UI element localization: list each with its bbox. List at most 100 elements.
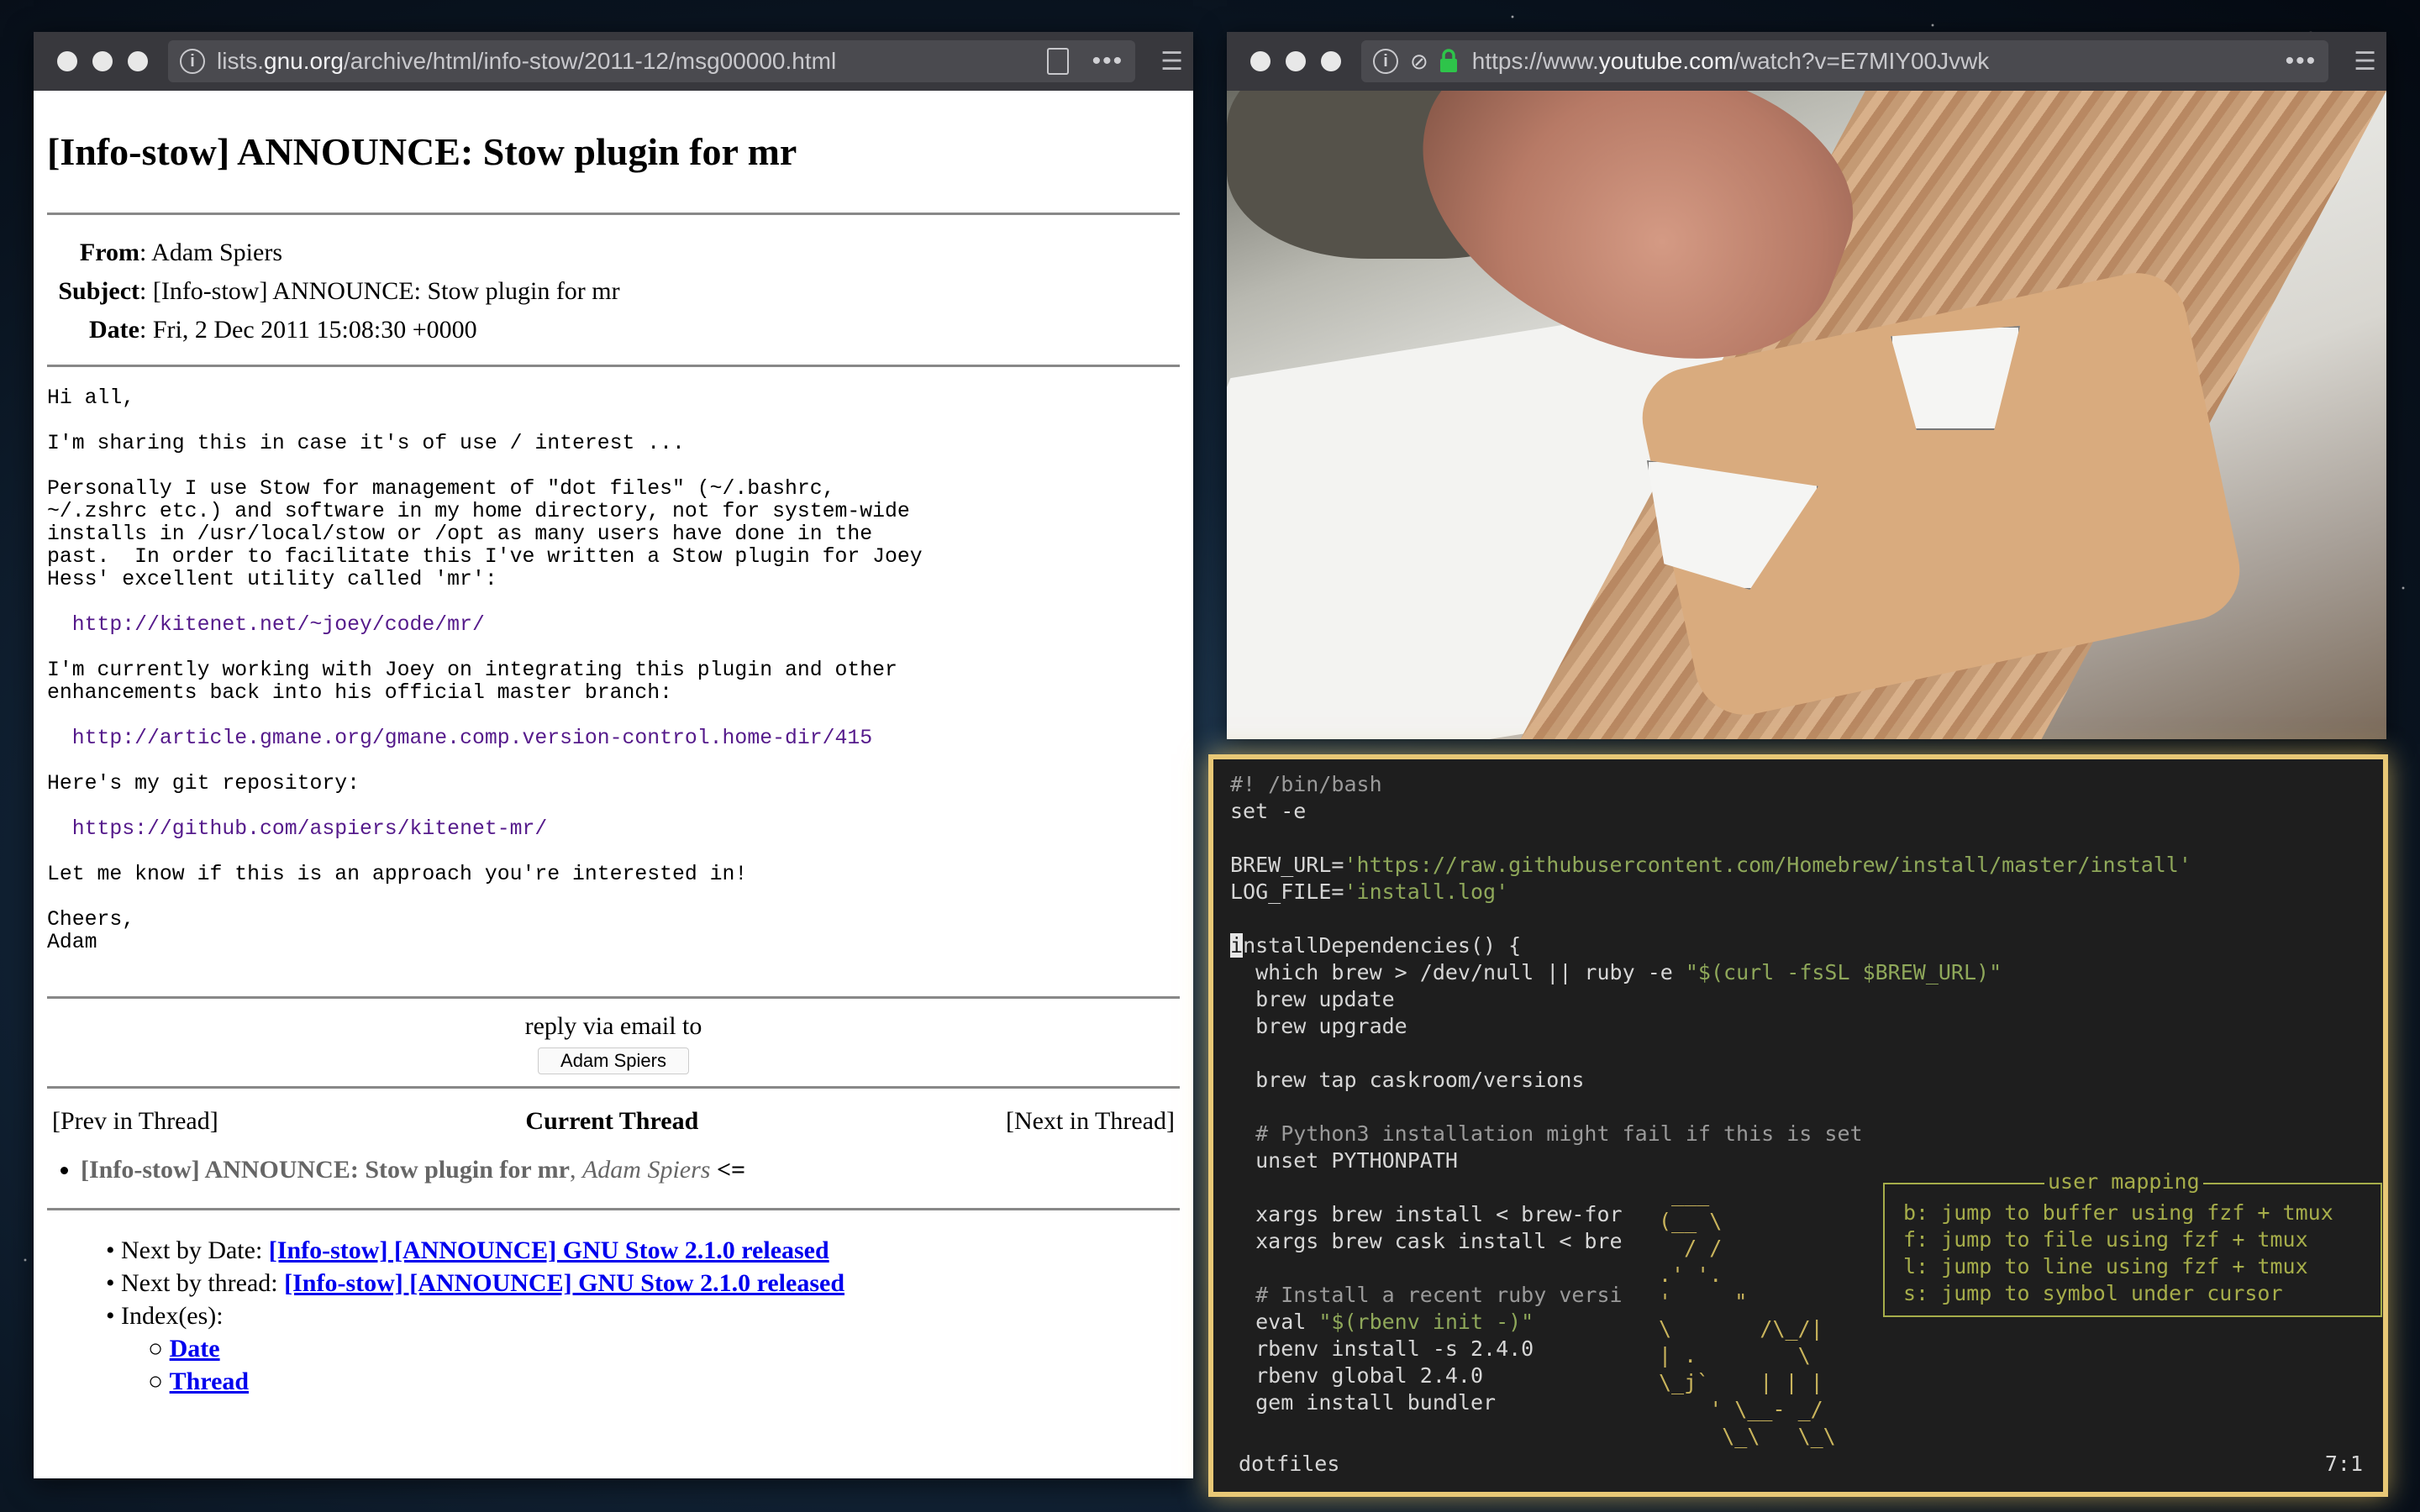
thread-item-title: [Info-stow] ANNOUNCE: Stow plugin for mr [81,1156,570,1184]
maximize-window-button[interactable] [1321,51,1341,71]
current-marker: <= [710,1156,746,1184]
code-token: eval [1230,1310,1319,1334]
body-link-gmane[interactable]: http://article.gmane.org/gmane.comp.vers… [72,727,872,750]
code-line: #! /bin/bash [1230,772,1382,796]
list-item: • Next by thread: [Info-stow] [ANNOUNCE]… [106,1269,845,1297]
reader-view-icon[interactable] [1046,48,1069,75]
close-window-button[interactable] [1250,51,1270,71]
status-cursor-position: 7:1 [2324,1452,2363,1476]
code-line: rbenv global 2.4.0 [1230,1363,1484,1388]
url-path: /archive/html/info-stow/2011-12/msg00000… [343,48,837,74]
reply-text: reply via email to [524,1012,702,1040]
menu-icon[interactable]: ☰ [1160,47,1183,76]
body-signoff: Cheers, Adam [47,908,135,954]
popup-title: user mapping [2044,1169,2203,1194]
user-mapping-popup[interactable]: user mapping b: jump to buffer using fzf… [1883,1169,2382,1317]
terminal-window[interactable]: #! /bin/bash set -e BREW_URL='https://ra… [1208,754,2388,1497]
message-body: Hi all, I'm sharing this in case it's of… [47,367,1180,954]
code-string: "$(rbenv init -)" [1318,1310,1534,1334]
code-line: set -e [1230,799,1307,823]
status-line: dotfiles 7:1 [1213,1452,2383,1485]
code-string: 'install.log' [1344,879,1509,904]
window-controls [44,51,168,71]
list-item: • Index(es): [106,1302,224,1330]
address-bar[interactable]: i lists. gnu.org/archive/html/info-stow/2… [168,40,1136,82]
maximize-window-button[interactable] [128,51,148,71]
more-actions-icon[interactable]: ••• [2286,47,2317,76]
body-paragraph: Let me know if this is an approach you'r… [47,863,748,886]
date-label: Date [89,316,139,344]
current-thread-heading: Current Thread [525,1107,699,1135]
video-player[interactable] [1227,91,2386,739]
next-by-date-label: Next by Date: [121,1236,269,1264]
list-item: ○ Date [148,1335,220,1362]
subject-label: Subject [58,277,139,305]
body-link-github[interactable]: https://github.com/aspiers/kitenet-mr/ [72,817,547,841]
code-line: brew upgrade [1230,1014,1407,1038]
list-item: • Next by Date: [Info-stow] [ANNOUNCE] G… [106,1236,829,1264]
browser-toolbar: i ⊘ https://www. youtube.com/watch?v=E7MI… [1227,32,2386,91]
url-prefix: lists. [217,48,264,74]
body-paragraph: Here's my git repository: [47,772,360,795]
url-path: /watch?v=E7MIY00Jvwk [1733,48,1990,74]
message-headers: From: Adam Spiers Subject: [Info-stow] A… [47,215,1180,365]
list-item: ○ Thread [148,1368,250,1395]
code-comment: # Python3 installation might fail if thi… [1230,1121,1863,1146]
url-host: gnu.org [264,48,344,74]
thread-item: [Info-stow] ANNOUNCE: Stow plugin for mr… [81,1156,1180,1184]
index-date-link[interactable]: Date [170,1335,220,1362]
more-actions-icon[interactable]: ••• [1092,47,1124,76]
code-line: gem install bundler [1230,1390,1497,1415]
minimize-window-button[interactable] [92,51,113,71]
navigation-links: • Next by Date: [Info-stow] [ANNOUNCE] G… [47,1210,1180,1398]
close-window-button[interactable] [57,51,77,71]
minimize-window-button[interactable] [1286,51,1306,71]
prev-in-thread[interactable]: [Prev in Thread] [52,1107,218,1136]
url-prefix: https://www. [1471,48,1599,74]
thread-item-author: Adam Spiers [581,1156,711,1184]
next-by-thread-label: Next by thread: [121,1269,285,1297]
code-comment: # Install a recent ruby versi [1230,1283,1623,1307]
body-link-mr[interactable]: http://kitenet.net/~joey/code/mr/ [72,613,485,637]
menu-icon[interactable]: ☰ [2354,47,2376,76]
subject-value: : [Info-stow] ANNOUNCE: Stow plugin for … [139,277,620,305]
reply-section: reply via email to Adam Spiers [47,999,1180,1074]
code-string: "$(curl -fsSL $BREW_URL)" [1685,960,2002,984]
from-value: : Adam Spiers [139,239,282,266]
reply-author-button[interactable]: Adam Spiers [538,1047,689,1074]
page-content: [Info-stow] ANNOUNCE: Stow plugin for mr… [34,91,1193,1478]
window-controls [1237,51,1361,71]
blocked-content-icon[interactable]: ⊘ [1410,49,1428,75]
body-paragraph: I'm sharing this in case it's of use / i… [47,432,685,455]
ascii-art-logo: ___ (__ \ / / .' '. ' " \ /\_/| | . \ \_… [1659,1182,1836,1448]
index-label: Index(es): [121,1302,224,1330]
body-paragraph: Hi all, [47,386,135,410]
next-by-thread-link[interactable]: [Info-stow] [ANNOUNCE] GNU Stow 2.1.0 re… [284,1269,844,1297]
code-token: BREW_URL= [1230,853,1344,877]
code-line: rbenv install -s 2.4.0 [1230,1336,1534,1361]
info-icon[interactable]: i [1373,49,1398,74]
text-cursor: i [1230,933,1244,958]
index-thread-link[interactable]: Thread [170,1368,249,1395]
code-line: brew tap caskroom/versions [1230,1068,1585,1092]
status-session-name: dotfiles [1239,1452,1340,1476]
address-bar[interactable]: i ⊘ https://www. youtube.com/watch?v=E7MI… [1361,40,2329,82]
info-icon[interactable]: i [180,49,205,74]
url-host: youtube.com [1598,48,1734,74]
code-line: xargs brew cask install < bre [1230,1229,1623,1253]
popup-mappings: b: jump to buffer using fzf + tmux f: ju… [1903,1200,2333,1305]
code-line: nstallDependencies() { [1243,933,1522,958]
next-by-date-link[interactable]: [Info-stow] [ANNOUNCE] GNU Stow 2.1.0 re… [269,1236,829,1264]
from-label: From [79,239,139,266]
thread-item-separator: , [569,1156,582,1184]
body-paragraph: I'm currently working with Joey on integ… [47,659,897,705]
body-paragraph: Personally I use Stow for management of … [47,477,923,591]
page-title: [Info-stow] ANNOUNCE: Stow plugin for mr [47,130,797,173]
code-token: LOG_FILE= [1230,879,1344,904]
next-in-thread[interactable]: [Next in Thread] [1006,1107,1175,1136]
browser-toolbar: i lists. gnu.org/archive/html/info-stow/2… [34,32,1193,91]
date-value: : Fri, 2 Dec 2011 15:08:30 +0000 [139,316,477,344]
lock-icon[interactable] [1439,49,1459,74]
browser-window-mailing-list: i lists. gnu.org/archive/html/info-stow/2… [34,32,1193,1478]
code-string: 'https://raw.githubusercontent.com/Homeb… [1344,853,2191,877]
